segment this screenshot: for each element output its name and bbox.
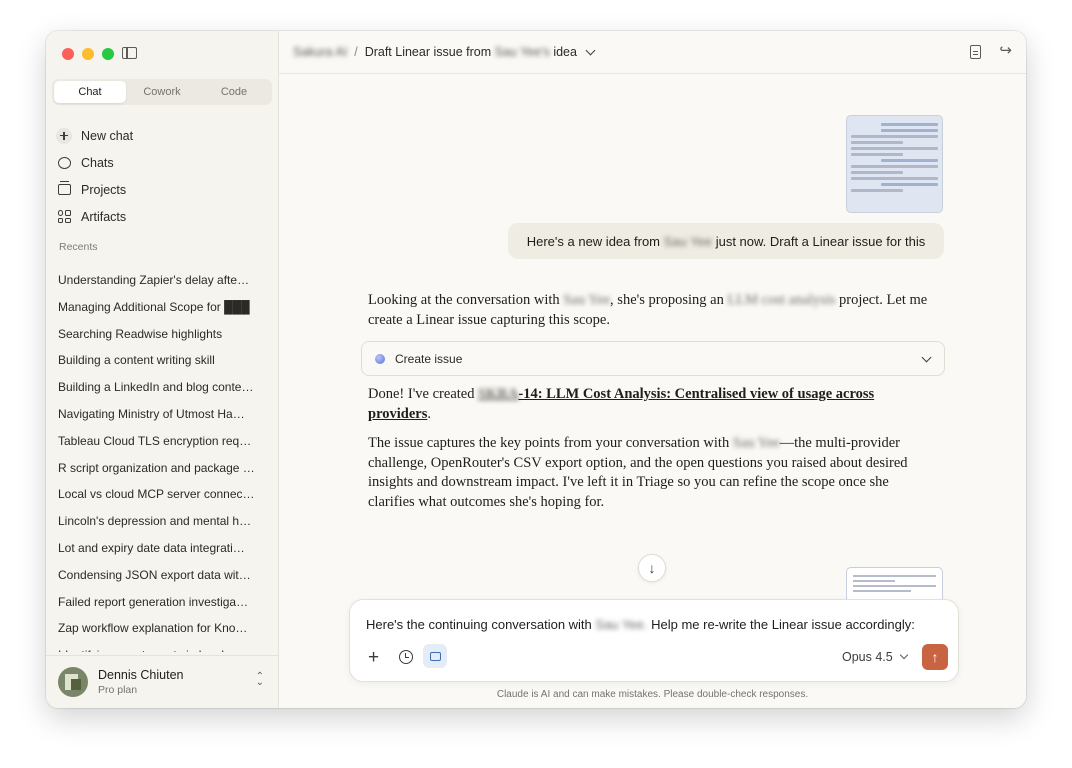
- sidebar-item-label: Artifacts: [81, 209, 127, 224]
- sidebar-nav: New chat Chats Projects Artifacts: [56, 122, 268, 230]
- title-suffix: idea: [553, 45, 577, 59]
- tool-call-label: Create issue: [395, 351, 463, 366]
- recents-list: Understanding Zapier's delay afte… Manag…: [58, 267, 258, 652]
- avatar: [58, 667, 88, 697]
- message-text: just now. Draft a Linear issue for this: [715, 233, 926, 249]
- disclaimer: Claude is AI and can make mistakes. Plea…: [496, 689, 809, 700]
- title-prefix: Draft Linear issue from: [364, 45, 492, 59]
- redacted-name: Sau Yee: [563, 292, 611, 308]
- recent-chat-item[interactable]: R script organization and package …: [58, 455, 258, 482]
- message-text: .: [427, 405, 431, 422]
- assistant-message-done: Done! I've created SKRA-14: LLM Cost Ana…: [368, 385, 928, 424]
- artifacts-icon: [56, 209, 72, 225]
- redacted-name: Sau Yee.: [595, 617, 648, 632]
- chat-bubble-icon: [56, 155, 72, 171]
- redacted-text: SKRA: [478, 386, 519, 402]
- mode-tabs: Chat Cowork Code: [52, 79, 272, 105]
- projects-icon: [56, 181, 72, 198]
- project-context-button[interactable]: [423, 644, 447, 668]
- sidebar-item-projects[interactable]: Projects: [56, 176, 268, 203]
- recent-chat-item[interactable]: Building a content writing skill: [58, 347, 258, 374]
- topbar: Sakura AI / Draft Linear issue from Sau …: [279, 31, 1026, 74]
- send-button[interactable]: ↑: [922, 644, 948, 670]
- redacted-name: Sau Yee: [732, 435, 780, 451]
- message-text: , she's proposing an: [610, 292, 724, 308]
- tab-cowork[interactable]: Cowork: [126, 81, 198, 103]
- plus-icon[interactable]: +: [368, 648, 379, 667]
- recents-heading: Recents: [59, 241, 98, 253]
- plus-circle-icon: [56, 127, 72, 144]
- tab-chat[interactable]: Chat: [54, 81, 126, 103]
- conversation-title[interactable]: Draft Linear issue from Sau Yee's idea: [365, 45, 577, 59]
- sidebar-item-label: Projects: [81, 182, 127, 197]
- recent-chat-item[interactable]: Zap workflow explanation for Kno…: [58, 615, 258, 642]
- recent-chat-item[interactable]: Understanding Zapier's delay afte…: [58, 267, 258, 294]
- message-text: Done! I've created: [368, 386, 475, 402]
- folder-icon: [429, 651, 441, 661]
- attachment-thumbnail[interactable]: [846, 567, 943, 601]
- title-redacted: Sau Yee's: [494, 45, 550, 59]
- recent-chat-item[interactable]: Failed report generation investiga…: [58, 589, 258, 616]
- user-message: Here's a new idea from Sau Yee just now.…: [508, 223, 944, 259]
- sidebar: Chat Cowork Code New chat Chats Projects…: [46, 31, 279, 708]
- sidebar-item-label: Chats: [81, 155, 114, 170]
- redacted-name: Sau Yee: [663, 233, 713, 249]
- recent-chat-item[interactable]: Searching Readwise highlights: [58, 321, 258, 348]
- recent-chat-item[interactable]: Tableau Cloud TLS encryption req…: [58, 428, 258, 455]
- redacted-text: LLM cost analysis: [727, 292, 836, 308]
- new-chat-label: New chat: [81, 128, 134, 143]
- message-text: The issue captures the key points from y…: [368, 435, 730, 451]
- scroll-to-bottom-button[interactable]: ↓: [638, 554, 666, 582]
- recent-chat-item[interactable]: Navigating Ministry of Utmost Ha…: [58, 401, 258, 428]
- attachment-thumbnail[interactable]: [846, 115, 943, 213]
- user-name: Dennis Chiuten: [98, 668, 184, 682]
- recent-chat-item[interactable]: Local vs cloud MCP server connec…: [58, 481, 258, 508]
- message-text: Here's a new idea from: [526, 233, 660, 249]
- model-selector[interactable]: Opus 4.5: [842, 650, 908, 664]
- tab-code[interactable]: Code: [198, 81, 270, 103]
- chevron-down-icon[interactable]: [585, 45, 596, 55]
- window-controls: [62, 48, 114, 60]
- tool-call-card[interactable]: Create issue: [361, 341, 945, 376]
- sidebar-toggle-icon[interactable]: [122, 47, 137, 59]
- recent-chat-item[interactable]: Managing Additional Scope for ███: [58, 294, 258, 321]
- document-icon[interactable]: [970, 45, 981, 59]
- breadcrumb: Sakura AI / Draft Linear issue from Sau …: [293, 45, 596, 59]
- user-info: Dennis Chiuten Pro plan: [98, 668, 183, 696]
- composer-text: Help me re-write the Linear issue accord…: [651, 617, 915, 632]
- sidebar-item-artifacts[interactable]: Artifacts: [56, 203, 268, 230]
- minimize-window-button[interactable]: [82, 48, 94, 60]
- sidebar-item-chats[interactable]: Chats: [56, 149, 268, 176]
- message-text: Looking at the conversation with: [368, 292, 560, 308]
- chevron-down-icon: [899, 650, 908, 660]
- message-composer[interactable]: Here's the continuing conversation with …: [349, 599, 959, 682]
- chevron-down-icon: [921, 352, 932, 363]
- assistant-message-summary: The issue captures the key points from y…: [368, 434, 928, 512]
- linear-dot-icon: [375, 353, 385, 364]
- breadcrumb-separator: /: [354, 45, 358, 59]
- recent-chat-item[interactable]: Lincoln's depression and mental h…: [58, 508, 258, 535]
- composer-text: Here's the continuing conversation with: [366, 617, 592, 632]
- recent-chat-item[interactable]: Building a LinkedIn and blog conte…: [58, 374, 258, 401]
- recent-chat-item[interactable]: Lot and expiry date data integrati…: [58, 535, 258, 562]
- main-pane: Sakura AI / Draft Linear issue from Sau …: [279, 31, 1026, 708]
- new-chat-button[interactable]: New chat: [56, 122, 268, 149]
- app-window: Chat Cowork Code New chat Chats Projects…: [46, 31, 1026, 708]
- close-window-button[interactable]: [62, 48, 74, 60]
- user-plan: Pro plan: [98, 684, 138, 696]
- zoom-window-button[interactable]: [102, 48, 114, 60]
- share-icon[interactable]: ↪: [999, 41, 1012, 59]
- breadcrumb-project[interactable]: Sakura AI: [293, 45, 347, 59]
- clock-icon[interactable]: [399, 650, 413, 664]
- recent-chat-item[interactable]: Identifying counterparty in legal a…: [58, 642, 258, 652]
- composer-input[interactable]: Here's the continuing conversation with …: [366, 617, 915, 632]
- user-menu[interactable]: Dennis Chiuten Pro plan ⌃ ⌄: [46, 655, 278, 708]
- chevron-up-down-icon: ⌃ ⌄: [255, 671, 264, 688]
- assistant-message-intro: Looking at the conversation with Sau Yee…: [368, 291, 928, 330]
- model-name: Opus 4.5: [842, 650, 893, 664]
- recent-chat-item[interactable]: Condensing JSON export data wit…: [58, 562, 258, 589]
